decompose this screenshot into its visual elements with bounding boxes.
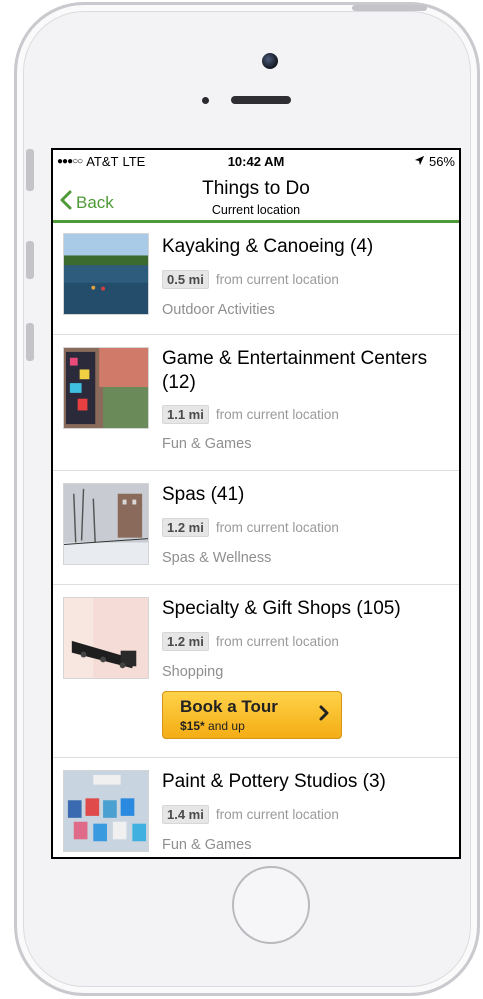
item-category: Outdoor Activities [162,302,275,318]
distance-badge: 0.5 mi [162,270,209,289]
navigation-bar: Back Things to Do Current location [53,172,459,223]
book-a-tour-button[interactable]: Book a Tour $15* and up [162,691,342,739]
battery-percent: 56% [428,154,455,169]
snowy-street-thumbnail [63,483,149,565]
distance-row: 1.1 mi from current location [162,405,339,424]
distance-badge: 1.4 mi [162,805,209,824]
list-item[interactable]: Game & Entertainment Centers (12) 1.1 mi… [53,335,459,471]
tour-price-suffix: and up [204,719,245,733]
phone-screen: ●●●○○ AT&T LTE 10:42 AM 56% Back Things … [51,148,461,859]
status-time: 10:42 AM [227,154,285,169]
distance-row: 0.5 mi from current location [162,270,339,289]
distance-suffix: from current location [215,407,339,422]
tour-title: Book a Tour [180,697,278,716]
status-bar: ●●●○○ AT&T LTE 10:42 AM 56% [53,150,459,172]
tour-price: $15* and up [180,719,245,733]
arcade-thumbnail [63,347,149,429]
home-button[interactable] [232,866,310,944]
item-category: Spas & Wellness [162,550,272,566]
list-item[interactable]: Paint & Pottery Studios (3) 1.4 mi from … [53,758,459,857]
tour-price-value: $15* [180,719,205,733]
distance-suffix: from current location [215,520,339,535]
earpiece-speaker [231,96,291,104]
volume-down-button [26,323,34,361]
distance-badge: 1.2 mi [162,518,209,537]
item-title-line-2: (12) [162,372,196,393]
painting-group-thumbnail [63,770,149,852]
item-title: Kayaking & Canoeing (4) [162,236,374,257]
location-arrow-icon [414,154,425,169]
power-button [352,5,427,11]
things-to-do-list: Kayaking & Canoeing (4) 0.5 mi from curr… [53,223,459,857]
list-item[interactable]: Kayaking & Canoeing (4) 0.5 mi from curr… [53,223,459,335]
volume-up-button [26,241,34,279]
chevron-right-icon [319,705,329,726]
item-title-line-1: Game & Entertainment Centers [162,348,428,369]
proximity-sensor [202,97,209,104]
item-title: Paint & Pottery Studios (3) [162,771,386,792]
list-item[interactable]: Specialty & Gift Shops (105) 1.2 mi from… [53,585,459,758]
list-item[interactable]: Spas (41) 1.2 mi from current location S… [53,471,459,585]
distance-suffix: from current location [215,807,339,822]
item-category: Shopping [162,664,224,680]
front-camera [262,53,278,69]
item-category: Fun & Games [162,436,252,452]
distance-row: 1.2 mi from current location [162,632,339,651]
distance-badge: 1.1 mi [162,405,209,424]
distance-badge: 1.2 mi [162,632,209,651]
kayaking-thumbnail [63,233,149,315]
distance-row: 1.4 mi from current location [162,805,339,824]
distance-row: 1.2 mi from current location [162,518,339,537]
mute-switch [26,149,34,191]
status-right: 56% [414,154,455,169]
distance-suffix: from current location [215,634,339,649]
item-title: Specialty & Gift Shops (105) [162,598,401,619]
item-category: Fun & Games [162,837,252,853]
toy-train-thumbnail [63,597,149,679]
page-title: Things to Do [202,178,310,199]
page-subtitle: Current location [211,203,301,217]
distance-suffix: from current location [215,272,339,287]
item-title: Spas (41) [162,484,245,505]
